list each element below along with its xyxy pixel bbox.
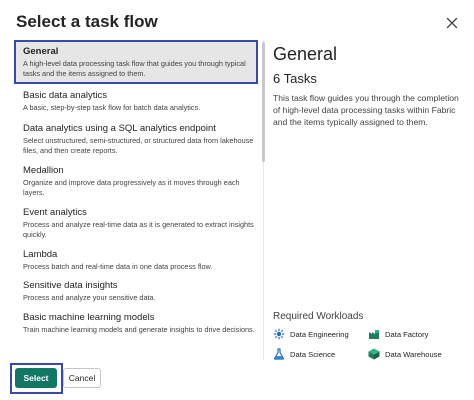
task-flow-name: Basic machine learning models [23, 312, 155, 323]
cancel-button[interactable]: Cancel [63, 368, 101, 388]
task-flow-name: Lambda [23, 249, 58, 260]
dialog-title: Select a task flow [16, 12, 158, 31]
data-warehouse-icon [368, 348, 380, 360]
task-flow-item-data-analytics-sql[interactable]: Data analytics using a SQL analytics end… [14, 123, 258, 155]
dialog-footer: Select Cancel [0, 363, 474, 400]
task-flow-item-lambda[interactable]: Lambda Process batch and real-time data … [14, 249, 258, 272]
workload-data-factory: Data Factory [368, 328, 428, 340]
task-flow-desc: A high-level data processing task flow t… [23, 59, 246, 78]
workload-data-science: Data Science [273, 348, 335, 360]
task-flow-name: Sensitive data insights [23, 280, 118, 291]
workload-label: Data Engineering [290, 329, 349, 339]
detail-description: This task flow guides you through the co… [273, 93, 459, 127]
task-flow-desc: A basic, step-by-step task flow for batc… [23, 103, 201, 112]
task-flow-item-general[interactable]: General A high-level data processing tas… [14, 40, 258, 84]
select-button[interactable]: Select [15, 368, 57, 388]
task-flow-desc: Organize and improve data progressively … [23, 178, 240, 197]
workload-data-engineering: Data Engineering [273, 328, 349, 340]
required-workloads: Required Workloads Data Engineering Data… [273, 311, 468, 368]
data-science-icon [273, 348, 285, 360]
workloads-title: Required Workloads [273, 311, 364, 322]
task-flow-name: Medallion [23, 165, 64, 176]
task-flow-item-event-analytics[interactable]: Event analytics Process and analyze real… [14, 207, 258, 239]
task-flow-item-sensitive-data-insights[interactable]: Sensitive data insights Process and anal… [14, 280, 258, 303]
task-flow-item-basic-data-analytics[interactable]: Basic data analytics A basic, step-by-st… [14, 90, 258, 113]
task-flow-name: Data analytics using a SQL analytics end… [23, 123, 216, 134]
workload-data-warehouse: Data Warehouse [368, 348, 442, 360]
task-flow-desc: Select unstructured, semi-structured, or… [23, 136, 254, 155]
detail-task-count: 6 Tasks [273, 71, 317, 86]
task-flow-item-basic-ml-models[interactable]: Basic machine learning models Train mach… [14, 312, 258, 335]
workload-label: Data Science [290, 349, 336, 359]
workloads-grid: Data Engineering Data Factory Data Scien… [273, 328, 468, 368]
data-engineering-icon [273, 328, 285, 340]
detail-title: General [273, 44, 338, 64]
scrollbar-thumb[interactable] [262, 42, 265, 162]
select-task-flow-dialog: Select a task flow General A high-level … [0, 0, 474, 400]
task-flow-item-medallion[interactable]: Medallion Organize and improve data prog… [14, 165, 258, 197]
task-flow-desc: Process batch and real-time data in one … [23, 262, 213, 271]
task-flow-desc: Train machine learning models and genera… [23, 325, 255, 334]
task-flow-list: General A high-level data processing tas… [14, 40, 260, 360]
list-scrollbar[interactable] [261, 40, 266, 360]
task-flow-desc: Process and analyze real-time data as it… [23, 220, 254, 239]
task-flow-desc: Process and analyze your sensitive data. [23, 293, 156, 302]
workload-label: Data Factory [385, 329, 429, 339]
task-flow-name: Basic data analytics [23, 90, 107, 101]
task-flow-name: General [23, 46, 59, 57]
data-factory-icon [369, 330, 379, 339]
task-flow-name: Event analytics [23, 207, 87, 218]
task-flow-detail: General 6 Tasks This task flow guides yo… [273, 40, 463, 128]
workload-label: Data Warehouse [385, 349, 442, 359]
close-icon[interactable] [444, 15, 460, 31]
